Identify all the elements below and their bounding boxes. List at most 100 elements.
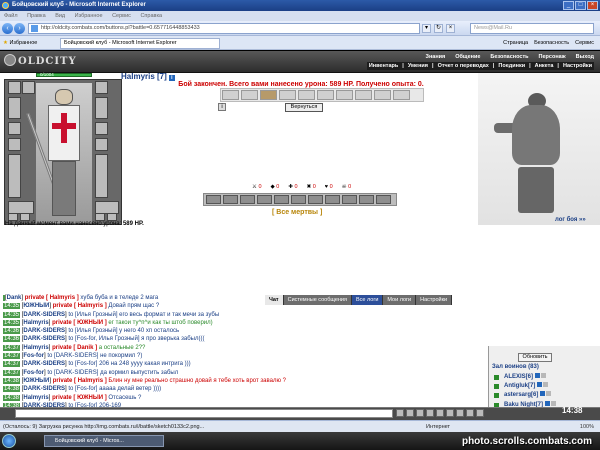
page-menu[interactable]: Страница <box>503 36 528 50</box>
chat-author[interactable]: ЮЖНЫЙ <box>23 303 49 309</box>
warrior-item[interactable]: ALEXIS[6] <box>494 373 547 380</box>
warrior-item[interactable]: Antigluk[7] <box>494 382 549 390</box>
chat-author[interactable]: Halmyris <box>23 320 48 326</box>
weapon-icon[interactable] <box>376 195 391 204</box>
nav-settings[interactable]: Настройки <box>563 63 592 69</box>
weapon-icon[interactable] <box>257 195 272 204</box>
info-icon[interactable]: i <box>218 103 226 111</box>
equip-slot[interactable] <box>8 97 21 119</box>
stop-icon[interactable]: × <box>446 24 455 33</box>
nav-character[interactable]: Персонаж <box>539 54 566 60</box>
menu-favorites[interactable]: Избранное <box>75 13 103 19</box>
equip-slot[interactable] <box>8 81 21 94</box>
equip-slot[interactable] <box>95 97 108 119</box>
equip-slot[interactable] <box>95 81 108 94</box>
private-icon[interactable] <box>494 375 499 380</box>
tools-menu[interactable]: Сервис <box>575 36 594 50</box>
weapon-icon[interactable] <box>308 195 323 204</box>
ring-slot[interactable] <box>107 213 117 221</box>
weapon-icon[interactable] <box>223 195 238 204</box>
start-icon[interactable] <box>2 434 16 448</box>
safety-menu[interactable]: Безопасность <box>534 36 569 50</box>
search-input[interactable]: News@Mail.Ru <box>470 23 594 34</box>
equip-slot[interactable] <box>8 138 21 151</box>
chat-author[interactable]: Halmyris <box>23 395 48 401</box>
ring-slot[interactable] <box>95 213 105 221</box>
nav-battles[interactable]: Поединки <box>498 63 525 69</box>
weapon-icon[interactable] <box>274 195 289 204</box>
refresh-icon[interactable]: ↻ <box>434 24 443 33</box>
nav-transfers[interactable]: Отчет о переводах <box>438 63 489 69</box>
nav-inventory[interactable]: Инвентарь <box>369 63 398 69</box>
equip-slot[interactable] <box>8 122 21 135</box>
maximize-button[interactable]: □ <box>575 1 586 10</box>
url-field[interactable]: http://oldcity.combats.com/buttons.pl?ba… <box>28 23 420 34</box>
weapon-icon[interactable] <box>325 195 340 204</box>
star-icon[interactable]: ★ <box>3 40 8 46</box>
forward-icon[interactable]: › <box>14 23 25 34</box>
chat-author[interactable]: Halmyris <box>23 345 48 351</box>
nav-security[interactable]: Безопасность <box>490 54 528 60</box>
refresh-button[interactable]: Обновить <box>518 353 552 362</box>
weapon-icon[interactable] <box>359 195 374 204</box>
private-icon[interactable] <box>494 393 499 399</box>
info-icon[interactable] <box>540 391 546 397</box>
weapon-icon[interactable] <box>240 195 255 204</box>
chat-author[interactable]: DARK-SIDERS <box>23 312 65 318</box>
menu-file[interactable]: Файл <box>4 13 18 19</box>
chat-author[interactable]: DARK-SIDERS <box>23 336 65 342</box>
nav-profile[interactable]: Анкета <box>535 63 554 69</box>
chat-input[interactable] <box>15 409 393 418</box>
battle-log-link[interactable]: лог боя »» <box>555 217 586 223</box>
return-button[interactable]: Вернуться <box>285 103 323 112</box>
ring-slot[interactable] <box>8 213 18 221</box>
back-icon[interactable]: ‹ <box>2 23 13 34</box>
sound-icon[interactable] <box>446 409 454 417</box>
taskbar-item[interactable]: Бойцовский клуб - Micros... <box>44 435 164 447</box>
chat-author[interactable]: DARK-SIDERS <box>23 361 65 367</box>
player-name[interactable]: Halmyris [7] i <box>121 72 175 81</box>
exit-icon[interactable] <box>476 409 484 417</box>
weapon-icon[interactable] <box>342 195 357 204</box>
nav-skills[interactable]: Умения <box>408 63 428 69</box>
menu-tools[interactable]: Сервис <box>112 13 131 19</box>
smile-icon[interactable] <box>396 409 404 417</box>
chat-author[interactable]: DARK-SIDERS <box>23 386 65 392</box>
chat-author[interactable]: DARK-SIDERS <box>23 328 65 334</box>
info-icon[interactable]: i <box>168 75 175 81</box>
menu-view[interactable]: Вид <box>55 13 65 19</box>
info-icon[interactable] <box>545 400 550 406</box>
menu-help[interactable]: Справка <box>140 13 162 19</box>
users-icon[interactable] <box>466 409 474 417</box>
chat-author[interactable]: ЮЖНЫЙ <box>23 378 49 384</box>
clear-icon[interactable] <box>416 409 424 417</box>
equip-slot[interactable] <box>95 154 108 198</box>
ring-slot[interactable] <box>20 213 30 221</box>
info-icon[interactable] <box>537 382 543 388</box>
minimize-button[interactable]: _ <box>563 1 574 10</box>
browser-tab[interactable]: Бойцовский клуб - Microsoft Internet Exp… <box>60 38 220 49</box>
equip-slot[interactable] <box>95 138 108 151</box>
equip-slot[interactable] <box>95 122 108 135</box>
chat-author[interactable]: Fos-for <box>23 353 44 359</box>
dropdown-icon[interactable]: ▾ <box>422 24 431 33</box>
close-button[interactable]: × <box>587 1 598 10</box>
nav-communication[interactable]: Общение <box>455 54 480 60</box>
equip-slot[interactable] <box>8 154 21 198</box>
warrior-item[interactable]: astersarg[6] <box>494 391 552 399</box>
chat-author[interactable]: Dank <box>7 295 22 301</box>
scroll-icon[interactable] <box>456 409 464 417</box>
filter-icon[interactable] <box>426 409 434 417</box>
translit-icon[interactable] <box>436 409 444 417</box>
menu-edit[interactable]: Правка <box>27 13 46 19</box>
chat-author[interactable]: Fos-for <box>23 370 44 376</box>
equip-slot[interactable] <box>22 81 35 94</box>
favorites-label[interactable]: Избранное <box>9 40 37 46</box>
nav-exit[interactable]: Выход <box>576 54 594 60</box>
info-icon[interactable] <box>535 373 541 378</box>
private-icon[interactable] <box>494 384 499 390</box>
weapon-icon[interactable] <box>291 195 306 204</box>
send-icon[interactable] <box>406 409 414 417</box>
nav-knowledge[interactable]: Знания <box>426 54 446 60</box>
weapon-icon[interactable] <box>206 195 221 204</box>
